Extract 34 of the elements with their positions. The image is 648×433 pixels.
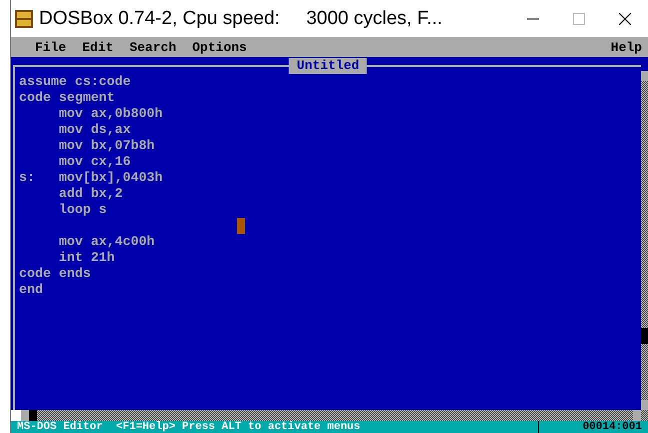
- code-line: s: mov[bx],0403h: [19, 170, 163, 186]
- window-title: DOSBox 0.74-2, Cpu speed: 3000 cycles, F...: [39, 8, 444, 30]
- code-line: code segment: [19, 90, 115, 106]
- text-cursor: [237, 218, 245, 234]
- status-message: MS-DOS Editor <F1=Help> Press ALT to activate menus: [17, 421, 362, 433]
- code-line: mov ax,4c00h: [58, 234, 155, 250]
- code-line: add bx,2: [58, 186, 123, 202]
- scroll-up-icon[interactable]: [641, 71, 648, 81]
- maximize-icon: [573, 12, 585, 24]
- menu-item[interactable]: Edit: [82, 40, 114, 54]
- scroll-down-icon[interactable]: [641, 400, 648, 410]
- horizontal-scrollbar[interactable]: [21, 410, 648, 421]
- menu-item[interactable]: Help: [610, 40, 642, 54]
- menu-item[interactable]: Options: [192, 40, 247, 54]
- code-line: mov ax,0b800h: [58, 106, 163, 122]
- cursor-position: 00014:001: [538, 421, 648, 433]
- menu-item[interactable]: File: [35, 40, 66, 54]
- menu-item[interactable]: Search: [129, 40, 176, 54]
- scroll-right-icon[interactable]: [633, 410, 641, 421]
- code-line: end: [19, 282, 43, 298]
- code-line: mov ds,ax: [58, 122, 131, 138]
- scroll-thumb[interactable]: [29, 410, 37, 421]
- code-line: code ends: [19, 266, 91, 282]
- app-logo-icon: [15, 10, 33, 28]
- code-line: loop s: [58, 202, 107, 218]
- scroll-thumb[interactable]: [641, 328, 648, 344]
- code-line: assume cs:code: [19, 74, 131, 90]
- code-line: int 21h: [58, 250, 115, 266]
- code-line: mov cx,16: [58, 154, 131, 170]
- close-icon: [619, 12, 631, 24]
- scroll-left-icon[interactable]: [21, 410, 29, 421]
- document-title: Untitled: [288, 58, 368, 74]
- vertical-scrollbar[interactable]: [641, 71, 648, 410]
- code-line: mov bx,07b8h: [58, 138, 155, 154]
